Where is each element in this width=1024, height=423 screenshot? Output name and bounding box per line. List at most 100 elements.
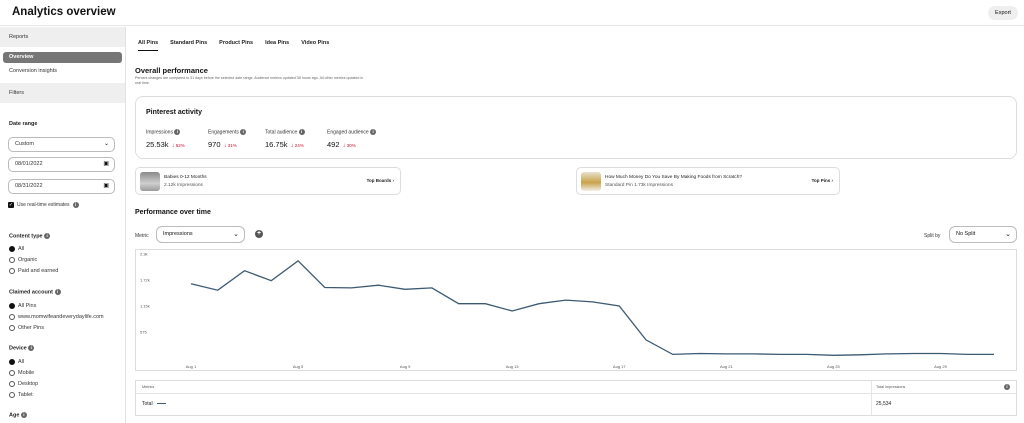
- data-point[interactable]: [457, 303, 459, 305]
- data-point[interactable]: [779, 353, 781, 355]
- start-date-value: 08/01/2022: [15, 161, 43, 167]
- data-point[interactable]: [645, 339, 647, 341]
- radio-content-all[interactable]: All: [9, 246, 24, 252]
- radio-label: All Pins: [18, 303, 37, 309]
- info-icon[interactable]: i: [54, 289, 61, 295]
- data-point[interactable]: [270, 279, 272, 281]
- data-point[interactable]: [966, 353, 968, 355]
- sidebar-item-conversion-insights[interactable]: Conversion insights: [3, 66, 122, 77]
- data-point[interactable]: [805, 353, 807, 355]
- series-line-total[interactable]: [190, 259, 994, 356]
- metric-change: ↓ 30%: [343, 143, 356, 149]
- real-time-checkbox-row[interactable]: ✓ Use real-time estimates i: [8, 202, 79, 208]
- radio-selected-icon[interactable]: [9, 359, 15, 365]
- metric-impressions[interactable]: Impressions i 25.53k ↓ 52%: [146, 129, 185, 149]
- metric-total-audience[interactable]: Total audience i 16.75k ↓ 24%: [265, 129, 305, 149]
- radio-icon[interactable]: [9, 381, 15, 387]
- end-date-field[interactable]: 08/31/2022 ▣: [8, 179, 115, 194]
- metric-engaged-audience[interactable]: Engaged audience i 492 ↓ 30%: [327, 129, 377, 149]
- data-point[interactable]: [538, 303, 540, 305]
- data-point[interactable]: [190, 283, 192, 285]
- radio-icon[interactable]: [9, 314, 15, 320]
- radio-device-all[interactable]: All: [9, 359, 24, 365]
- top-pins-link[interactable]: Top Pins ›: [812, 178, 833, 183]
- tab-all-pins[interactable]: All Pins: [138, 40, 159, 51]
- sidebar-item-overview[interactable]: Overview: [3, 52, 122, 63]
- export-button[interactable]: Export: [988, 6, 1018, 20]
- radio-icon[interactable]: [9, 325, 15, 331]
- metric-change-value: 30%: [346, 143, 356, 149]
- data-point[interactable]: [618, 305, 620, 307]
- data-point[interactable]: [431, 287, 433, 289]
- radio-selected-icon[interactable]: [9, 303, 15, 309]
- info-icon[interactable]: i: [28, 345, 35, 351]
- top-boards-link[interactable]: Top Boards ›: [367, 178, 394, 183]
- radio-claimed-all[interactable]: All Pins: [9, 303, 36, 309]
- radio-icon[interactable]: [9, 268, 15, 274]
- tab-product-pins[interactable]: Product Pins: [219, 40, 253, 51]
- radio-icon[interactable]: [9, 257, 15, 263]
- data-point[interactable]: [591, 301, 593, 303]
- metric-select[interactable]: Impressions ⌄: [156, 226, 245, 243]
- split-by-select[interactable]: No Split ⌄: [949, 226, 1017, 243]
- tab-standard-pins[interactable]: Standard Pins: [170, 40, 207, 51]
- data-point[interactable]: [324, 286, 326, 288]
- data-point[interactable]: [350, 287, 352, 289]
- info-icon[interactable]: i: [1004, 384, 1010, 390]
- data-point[interactable]: [939, 352, 941, 354]
- tab-video-pins[interactable]: Video Pins: [301, 40, 329, 51]
- info-icon[interactable]: i: [20, 412, 27, 418]
- metric-engagements[interactable]: Engagements i 970 ↓ 31%: [208, 129, 247, 149]
- radio-claimed-domain[interactable]: www.momwifeandeverydaylife.com: [9, 314, 104, 320]
- radio-selected-icon[interactable]: [9, 246, 15, 252]
- data-point[interactable]: [698, 352, 700, 354]
- metric-label: Engagements: [208, 129, 239, 136]
- info-icon[interactable]: i: [174, 129, 181, 135]
- data-point[interactable]: [377, 284, 379, 286]
- radio-device-tablet[interactable]: Tablet: [9, 392, 33, 398]
- filters-heading: Filters: [0, 83, 125, 103]
- radio-label: Paid and earned: [18, 268, 59, 274]
- data-point[interactable]: [672, 353, 674, 355]
- radio-claimed-other[interactable]: Other Pins: [9, 325, 44, 331]
- data-point[interactable]: [886, 353, 888, 355]
- info-icon[interactable]: i: [44, 233, 51, 239]
- data-point[interactable]: [913, 352, 915, 354]
- table-column-divider: [871, 381, 872, 415]
- data-point[interactable]: [752, 353, 754, 355]
- date-range-select[interactable]: Custom ⌄: [8, 137, 115, 152]
- tab-idea-pins[interactable]: Idea Pins: [265, 40, 289, 51]
- age-label: Age i: [9, 412, 27, 418]
- data-point[interactable]: [484, 303, 486, 305]
- content-type-text: Content type: [9, 233, 43, 240]
- info-icon[interactable]: i: [240, 129, 247, 135]
- data-point[interactable]: [297, 260, 299, 262]
- data-point[interactable]: [404, 288, 406, 290]
- data-point[interactable]: [243, 270, 245, 272]
- checkbox-checked-icon[interactable]: ✓: [8, 202, 14, 208]
- data-point[interactable]: [832, 354, 834, 356]
- top-boards-link-label: Top Boards: [366, 178, 392, 183]
- x-tick-label: Aug 21: [720, 364, 733, 369]
- radio-icon[interactable]: [9, 370, 15, 376]
- info-icon[interactable]: i: [370, 129, 377, 135]
- radio-label: www.momwifeandeverydaylife.com: [18, 314, 104, 320]
- top-board-card[interactable]: Babies 0-12 Months 2.12k Impressions Top…: [135, 167, 401, 195]
- radio-content-paid[interactable]: Paid and earned: [9, 268, 58, 274]
- data-point[interactable]: [725, 353, 727, 355]
- radio-device-mobile[interactable]: Mobile: [9, 370, 34, 376]
- data-point[interactable]: [217, 289, 219, 291]
- add-metric-icon[interactable]: +: [255, 230, 263, 238]
- radio-content-organic[interactable]: Organic: [9, 257, 37, 263]
- start-date-field[interactable]: 08/01/2022 ▣: [8, 157, 115, 172]
- data-point[interactable]: [993, 353, 995, 355]
- radio-device-desktop[interactable]: Desktop: [9, 381, 38, 387]
- radio-icon[interactable]: [9, 392, 15, 398]
- arrow-down-icon: ↓: [342, 143, 346, 150]
- info-icon[interactable]: i: [298, 129, 305, 135]
- data-point[interactable]: [565, 299, 567, 301]
- data-point[interactable]: [511, 310, 513, 312]
- info-icon[interactable]: i: [72, 202, 79, 208]
- top-pin-card[interactable]: How Much Money Do You Save By Making Foo…: [576, 167, 840, 195]
- data-point[interactable]: [859, 354, 861, 356]
